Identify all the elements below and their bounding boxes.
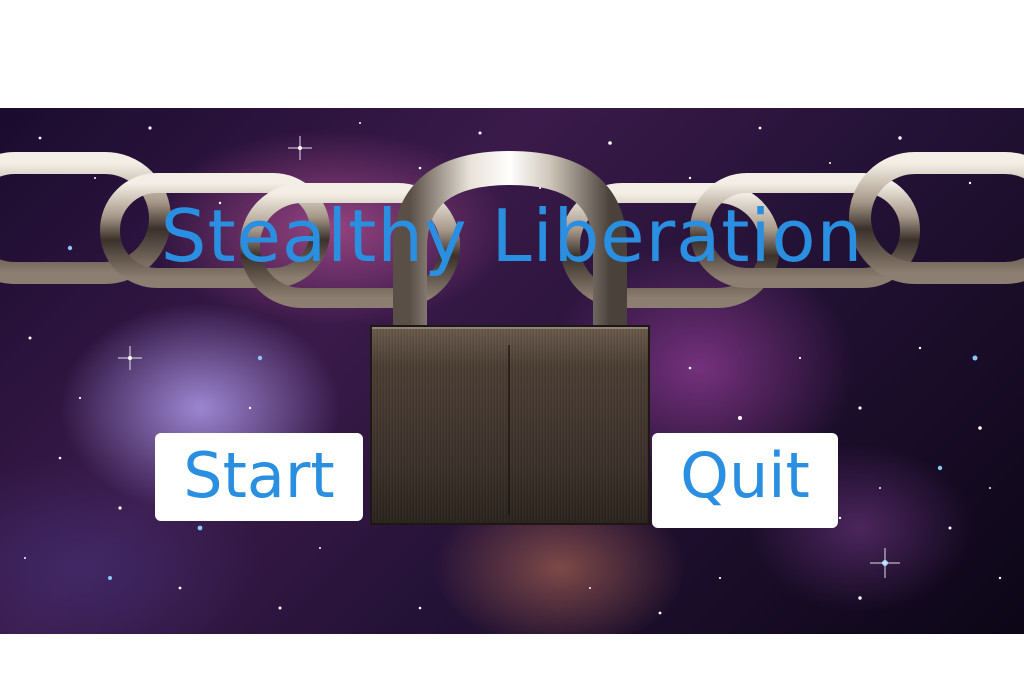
title-screen: Stealthy Liberation Start Quit (0, 0, 1024, 684)
start-button[interactable]: Start (155, 433, 363, 521)
game-title: Stealthy Liberation (160, 194, 864, 278)
padlock-seam (508, 345, 510, 515)
padlock-icon (370, 325, 650, 525)
quit-button[interactable]: Quit (652, 433, 838, 528)
nebula-background (0, 108, 1024, 634)
